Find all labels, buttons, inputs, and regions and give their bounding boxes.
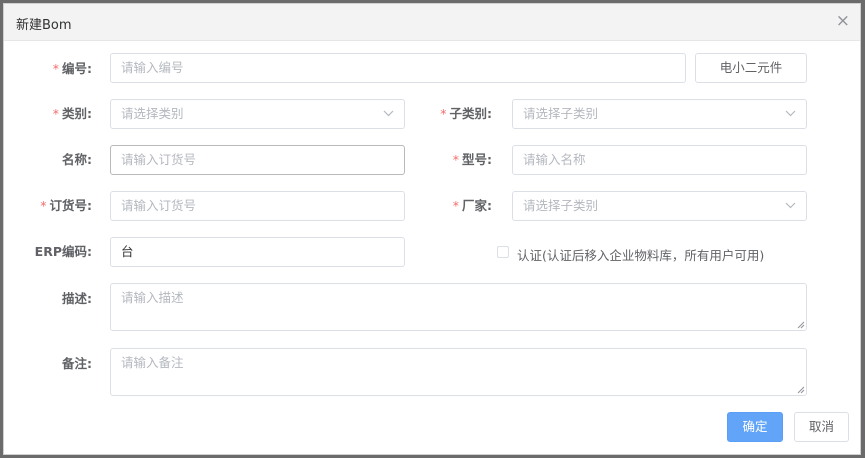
manufacturer-label: * 厂家: — [404, 199, 492, 213]
subcategory-label-text: 子类别: — [449, 106, 493, 121]
dialog-title: 新建Bom — [16, 18, 72, 33]
name-placeholder: 请输入订货号 — [121, 152, 197, 167]
name-label: 名称: — [4, 153, 92, 167]
model-label: * 型号: — [404, 153, 492, 167]
order-no-placeholder: 请输入订货号 — [121, 198, 197, 213]
certify-checkbox[interactable] — [497, 246, 509, 258]
dialog-header: 新建Bom × — [4, 4, 860, 41]
remark-label: 备注: — [4, 357, 92, 371]
required-mark: * — [40, 198, 47, 213]
description-label: 描述: — [4, 292, 92, 306]
number-label-text: 编号: — [62, 61, 92, 76]
order-no-label: * 订货号: — [4, 199, 92, 213]
resize-handle-icon[interactable] — [797, 386, 805, 394]
name-label-text: 名称: — [62, 152, 92, 167]
erp-code-label: ERP编码: — [4, 245, 92, 259]
description-textarea[interactable]: 请输入描述 — [110, 283, 807, 331]
close-icon[interactable]: × — [836, 12, 850, 30]
model-input[interactable]: 请输入名称 — [512, 145, 807, 175]
category-placeholder: 请选择类别 — [121, 106, 184, 121]
manufacturer-label-text: 厂家: — [462, 198, 492, 213]
remark-placeholder: 请输入备注 — [121, 355, 184, 370]
required-mark: * — [452, 198, 459, 213]
category-label: * 类别: — [4, 107, 92, 121]
description-placeholder: 请输入描述 — [121, 290, 184, 305]
resize-handle-icon[interactable] — [797, 321, 805, 329]
subcategory-label: * 子类别: — [404, 107, 492, 121]
erp-code-value: 台 — [121, 244, 134, 259]
new-bom-dialog: 新建Bom × * 编号: 请输入编号 电小二元件 * 类别: 请选择类别 * 子类别… — [3, 3, 861, 455]
chevron-down-icon — [785, 202, 796, 209]
model-placeholder: 请输入名称 — [523, 152, 586, 167]
certify-label[interactable]: 认证(认证后移入企业物料库，所有用户可用) — [517, 245, 764, 264]
required-mark: * — [52, 106, 59, 121]
cancel-button[interactable]: 取消 — [794, 412, 849, 442]
name-input[interactable]: 请输入订货号 — [110, 145, 405, 175]
required-mark: * — [52, 61, 59, 76]
category-label-text: 类别: — [62, 106, 92, 121]
erp-code-input[interactable]: 台 — [110, 237, 405, 267]
erp-code-label-text: ERP编码: — [34, 244, 92, 259]
description-label-text: 描述: — [62, 291, 92, 306]
order-no-input[interactable]: 请输入订货号 — [110, 191, 405, 221]
component-library-button[interactable]: 电小二元件 — [695, 53, 807, 83]
number-placeholder: 请输入编号 — [121, 60, 184, 75]
order-no-label-text: 订货号: — [49, 198, 93, 213]
chevron-down-icon — [383, 110, 394, 117]
remark-label-text: 备注: — [62, 356, 92, 371]
confirm-button[interactable]: 确定 — [727, 412, 783, 442]
required-mark: * — [440, 106, 447, 121]
number-label: * 编号: — [4, 62, 92, 76]
subcategory-select[interactable]: 请选择子类别 — [512, 99, 807, 129]
manufacturer-select[interactable]: 请选择子类别 — [512, 191, 807, 221]
remark-textarea[interactable]: 请输入备注 — [110, 348, 807, 396]
category-select[interactable]: 请选择类别 — [110, 99, 405, 129]
number-input[interactable]: 请输入编号 — [110, 53, 686, 83]
model-label-text: 型号: — [462, 152, 492, 167]
chevron-down-icon — [785, 110, 796, 117]
subcategory-placeholder: 请选择子类别 — [523, 106, 599, 121]
manufacturer-placeholder: 请选择子类别 — [523, 198, 599, 213]
required-mark: * — [452, 152, 459, 167]
